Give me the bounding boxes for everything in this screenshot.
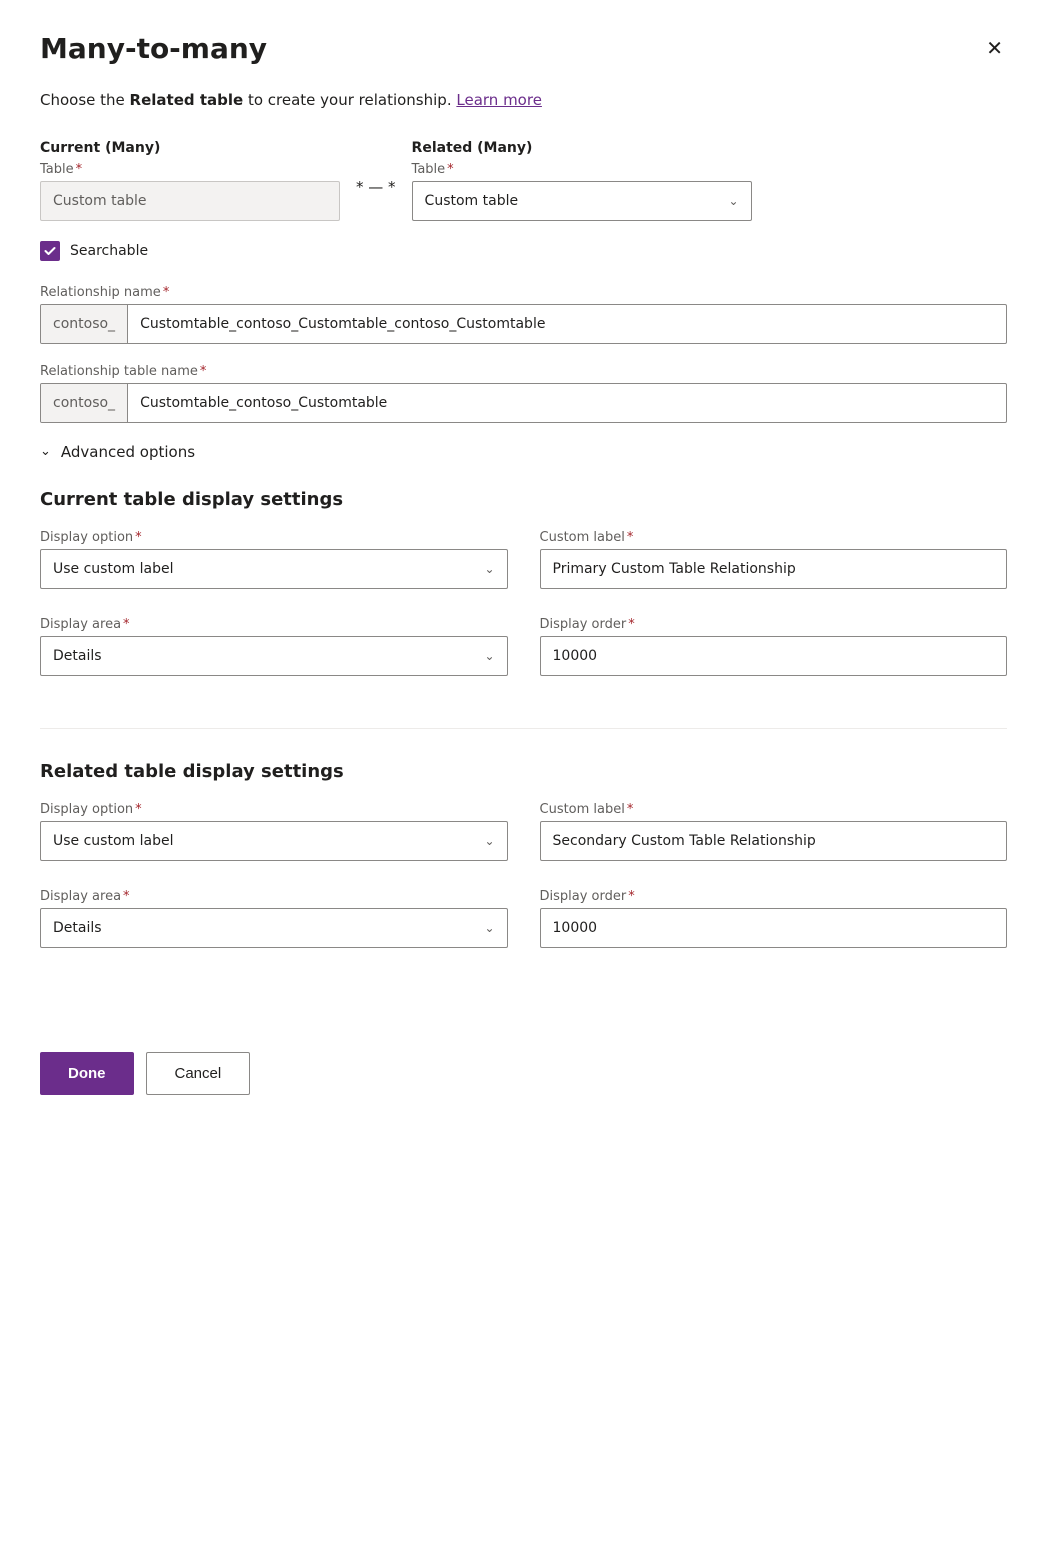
section-divider xyxy=(40,728,1007,729)
related-table-value: Custom table xyxy=(425,193,519,209)
close-button[interactable]: ✕ xyxy=(982,32,1007,65)
many-to-many-dialog: Many-to-many ✕ Choose the Related table … xyxy=(0,0,1047,1557)
related-display-order-row: Display order* 10000 xyxy=(540,889,1008,948)
related-display-order-label: Display order* xyxy=(540,889,1008,904)
cancel-button[interactable]: Cancel xyxy=(146,1052,251,1095)
current-display-area-select[interactable]: Details ⌄ xyxy=(40,636,508,676)
related-display-area-row: Display area* Details ⌄ xyxy=(40,889,508,948)
related-display-option-row: Display option* Use custom label ⌄ xyxy=(40,802,508,861)
current-table-required: * xyxy=(76,162,83,177)
related-display-option-select[interactable]: Use custom label ⌄ xyxy=(40,821,508,861)
related-display-option-value: Use custom label xyxy=(53,833,173,849)
table-selection-row: Current (Many) Table* Custom table * — *… xyxy=(40,140,1007,221)
related-custom-label-label: Custom label* xyxy=(540,802,1008,817)
current-display-settings-title: Current table display settings xyxy=(40,489,1007,510)
related-table-select[interactable]: Custom table ⌄ xyxy=(412,181,752,221)
subtitle-bold: Related table xyxy=(130,91,244,109)
related-table-label: Table* xyxy=(412,162,752,177)
current-display-area-chevron-icon: ⌄ xyxy=(484,649,494,663)
relationship-name-row: Relationship name* contoso_ Customtable_… xyxy=(40,285,1007,344)
related-display-order-input[interactable]: 10000 xyxy=(540,908,1008,948)
relationship-table-name-input[interactable]: contoso_ Customtable_contoso_Customtable xyxy=(40,383,1007,423)
current-table-label: Table* xyxy=(40,162,340,177)
current-table-column: Current (Many) Table* Custom table xyxy=(40,140,340,221)
related-display-area-select[interactable]: Details ⌄ xyxy=(40,908,508,948)
dialog-footer: Done Cancel xyxy=(40,1028,1007,1095)
related-table-column: Related (Many) Table* Custom table ⌄ xyxy=(412,140,752,221)
related-custom-label-row: Custom label* Secondary Custom Table Rel… xyxy=(540,802,1008,861)
related-display-area-value: Details xyxy=(53,920,102,936)
current-custom-label-input[interactable]: Primary Custom Table Relationship xyxy=(540,549,1008,589)
related-display-settings-title: Related table display settings xyxy=(40,761,1007,782)
current-display-area-label: Display area* xyxy=(40,617,508,632)
current-display-option-select[interactable]: Use custom label ⌄ xyxy=(40,549,508,589)
connector: * — * xyxy=(340,178,412,196)
searchable-checkbox[interactable] xyxy=(40,241,60,261)
subtitle: Choose the Related table to create your … xyxy=(40,89,1007,112)
learn-more-link[interactable]: Learn more xyxy=(456,91,542,109)
current-display-option-row: Display option* Use custom label ⌄ xyxy=(40,530,508,589)
current-display-option-chevron-icon: ⌄ xyxy=(484,562,494,576)
current-display-order-row: Display order* 10000 xyxy=(540,617,1008,676)
dialog-title: Many-to-many xyxy=(40,32,267,65)
current-display-area-row: Display area* Details ⌄ xyxy=(40,617,508,676)
related-display-area-chevron-icon: ⌄ xyxy=(484,921,494,935)
advanced-options-label: Advanced options xyxy=(61,443,195,461)
related-display-option-chevron-icon: ⌄ xyxy=(484,834,494,848)
current-display-area-value: Details xyxy=(53,648,102,664)
current-display-row2: Display area* Details ⌄ Display order* 1… xyxy=(40,617,1007,696)
current-display-option-value: Use custom label xyxy=(53,561,173,577)
current-table-input: Custom table xyxy=(40,181,340,221)
relationship-table-name-prefix: contoso_ xyxy=(41,384,128,422)
current-display-order-input[interactable]: 10000 xyxy=(540,636,1008,676)
checkmark-icon xyxy=(44,245,56,257)
current-display-option-label: Display option* xyxy=(40,530,508,545)
current-display-row1: Display option* Use custom label ⌄ Custo… xyxy=(40,530,1007,609)
related-display-area-label: Display area* xyxy=(40,889,508,904)
advanced-options-toggle[interactable]: ⌄ Advanced options xyxy=(40,443,1007,461)
relationship-table-name-value: Customtable_contoso_Customtable xyxy=(128,384,1006,422)
related-table-required: * xyxy=(447,162,454,177)
subtitle-suffix: to create your relationship. xyxy=(243,91,451,109)
close-icon: ✕ xyxy=(986,36,1003,61)
related-display-option-label: Display option* xyxy=(40,802,508,817)
relationship-name-prefix: contoso_ xyxy=(41,305,128,343)
relationship-name-value: Customtable_contoso_Customtable_contoso_… xyxy=(128,305,1006,343)
current-custom-label-label: Custom label* xyxy=(540,530,1008,545)
related-custom-label-input[interactable]: Secondary Custom Table Relationship xyxy=(540,821,1008,861)
related-display-row2: Display area* Details ⌄ Display order* 1… xyxy=(40,889,1007,968)
done-button[interactable]: Done xyxy=(40,1052,134,1095)
searchable-row: Searchable xyxy=(40,241,1007,261)
current-custom-label-row: Custom label* Primary Custom Table Relat… xyxy=(540,530,1008,589)
related-table-chevron-icon: ⌄ xyxy=(728,194,738,208)
dialog-header: Many-to-many ✕ xyxy=(40,32,1007,65)
advanced-options-chevron-icon: ⌄ xyxy=(40,444,51,459)
current-table-display-settings: Current table display settings Display o… xyxy=(40,489,1007,696)
related-display-row1: Display option* Use custom label ⌄ Custo… xyxy=(40,802,1007,881)
relationship-name-label: Relationship name* xyxy=(40,285,1007,300)
related-table-display-settings: Related table display settings Display o… xyxy=(40,761,1007,968)
relationship-table-name-row: Relationship table name* contoso_ Custom… xyxy=(40,364,1007,423)
subtitle-text: Choose the xyxy=(40,91,130,109)
relationship-name-input[interactable]: contoso_ Customtable_contoso_Customtable… xyxy=(40,304,1007,344)
relationship-table-name-label: Relationship table name* xyxy=(40,364,1007,379)
searchable-label: Searchable xyxy=(70,243,148,259)
related-section-label: Related (Many) xyxy=(412,140,752,156)
current-section-label: Current (Many) xyxy=(40,140,340,156)
current-display-order-label: Display order* xyxy=(540,617,1008,632)
